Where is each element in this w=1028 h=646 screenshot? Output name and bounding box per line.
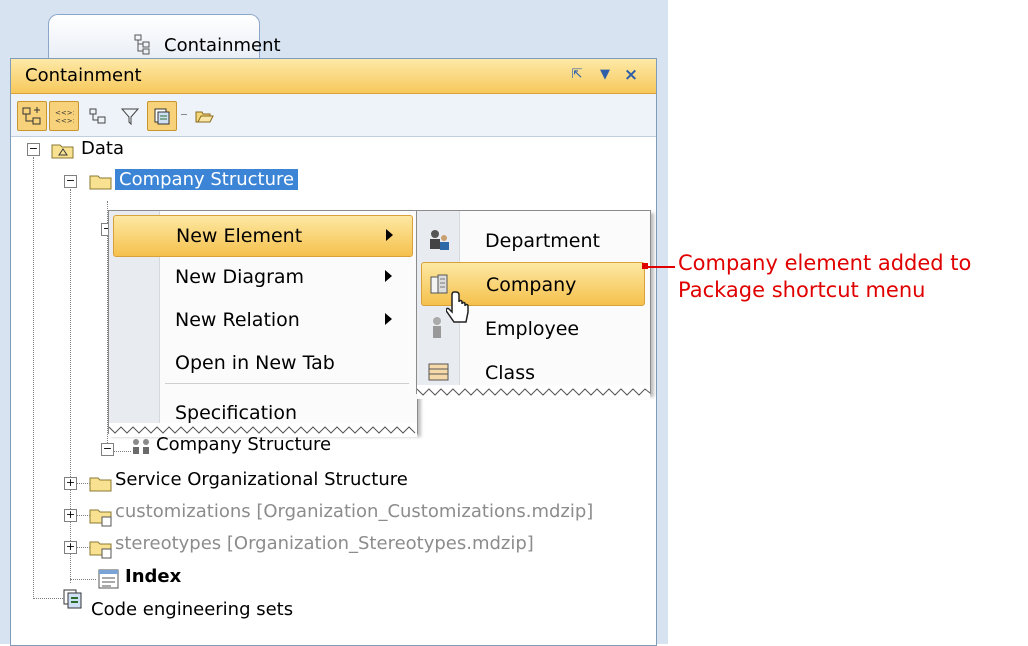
tree-node-index[interactable]: Index xyxy=(125,566,181,587)
tree-node-customizations[interactable]: customizations [Organization_Customizati… xyxy=(115,501,593,522)
menu-item-label: Company xyxy=(486,274,577,296)
group-button[interactable]: <<>> <<>> xyxy=(49,101,79,131)
annotation-line-2: Package shortcut menu xyxy=(678,278,926,302)
tree-node-data[interactable]: Data xyxy=(81,138,124,159)
restore-icon[interactable]: ⇱ xyxy=(567,65,587,85)
group-icon: <<>> <<>> xyxy=(55,109,74,125)
menu-item-label: Open in New Tab xyxy=(175,352,335,374)
expand-tree-button[interactable] xyxy=(17,101,47,131)
menu-item-label: New Relation xyxy=(175,309,300,331)
menu-item-label: New Diagram xyxy=(175,266,305,288)
code-sets-button[interactable] xyxy=(147,101,177,131)
tree-guide xyxy=(70,579,96,580)
collapse-toggle[interactable]: − xyxy=(27,143,40,156)
collapse-toggle[interactable]: − xyxy=(101,443,114,456)
tree-node-service-org[interactable]: Service Organizational Structure xyxy=(115,469,408,490)
tree-icon xyxy=(134,34,150,55)
expand-toggle[interactable]: + xyxy=(64,477,77,490)
tree-node-company-structure[interactable]: Company Structure xyxy=(115,169,299,190)
tab-strip: Containment xyxy=(10,14,662,59)
annotation-callout: Company element added to Package shortcu… xyxy=(678,250,1028,304)
expand-tree-icon xyxy=(22,107,41,125)
tree-guide xyxy=(70,189,71,583)
index-icon xyxy=(98,569,119,589)
torn-edge xyxy=(417,385,650,399)
close-icon[interactable]: × xyxy=(621,65,641,85)
mouse-pointer-icon xyxy=(446,291,469,323)
tab-label: Containment xyxy=(164,35,281,56)
menu-item-label: New Element xyxy=(176,225,303,247)
shared-package-icon xyxy=(89,541,112,559)
toolbar-separator xyxy=(181,114,187,115)
context-menu: New Element New Diagram New Relation Ope… xyxy=(108,210,418,437)
filter-button[interactable] xyxy=(115,101,145,131)
code-sets-icon xyxy=(154,108,170,125)
department-icon xyxy=(430,230,449,250)
submenu-arrow-icon xyxy=(385,270,392,282)
submenu-arrow-icon xyxy=(385,313,392,325)
panel-title: Containment xyxy=(25,65,142,86)
panel-toolbar: <<>> <<>> xyxy=(11,94,656,137)
tree-guide xyxy=(33,157,34,599)
svg-text:<<>>: <<>> xyxy=(55,109,74,117)
code-engineering-icon xyxy=(63,589,82,609)
menu-separator xyxy=(165,383,409,384)
diagram-icon xyxy=(133,439,149,454)
menu-item-label: Class xyxy=(485,362,535,384)
expand-toggle[interactable]: + xyxy=(64,541,77,554)
submenu-arrow-icon xyxy=(386,229,393,241)
torn-edge xyxy=(109,423,417,437)
tree-node-company-structure-diagram[interactable]: Company Structure xyxy=(156,434,331,455)
collapse-toggle[interactable]: − xyxy=(64,175,77,188)
containment-icon xyxy=(89,108,106,124)
tab-containment[interactable]: Containment xyxy=(48,14,281,59)
package-icon xyxy=(89,477,112,492)
expand-toggle[interactable]: + xyxy=(64,509,77,522)
pin-icon[interactable]: ▼ xyxy=(595,65,615,85)
menu-item-department[interactable]: Department xyxy=(417,219,650,261)
open-folder-icon xyxy=(195,111,214,123)
class-icon xyxy=(428,363,449,381)
menu-item-new-relation[interactable]: New Relation xyxy=(109,300,417,340)
menu-item-label: Department xyxy=(485,230,600,252)
open-folder-button[interactable] xyxy=(189,101,219,131)
menu-item-new-element[interactable]: New Element xyxy=(113,215,413,257)
menu-item-label: Employee xyxy=(485,318,580,340)
model-package-icon xyxy=(51,144,74,159)
tree-node-stereotypes[interactable]: stereotypes [Organization_Stereotypes.md… xyxy=(115,533,534,554)
menu-item-open-in-new-tab[interactable]: Open in New Tab xyxy=(109,343,417,383)
annotation-line-1: Company element added to xyxy=(678,251,972,275)
tree-guide xyxy=(33,598,63,599)
svg-text:<<>>: <<>> xyxy=(55,117,74,125)
containment-button[interactable] xyxy=(83,101,113,131)
filter-icon xyxy=(120,108,140,126)
package-icon xyxy=(89,175,112,190)
menu-item-label: Specification xyxy=(175,402,297,424)
menu-item-new-diagram[interactable]: New Diagram xyxy=(109,257,417,297)
panel-title-bar: Containment ⇱ ▼ × xyxy=(11,59,656,94)
tree-node-code-sets[interactable]: Code engineering sets xyxy=(91,599,293,620)
shared-package-icon xyxy=(89,509,112,527)
annotation-line xyxy=(645,266,675,268)
